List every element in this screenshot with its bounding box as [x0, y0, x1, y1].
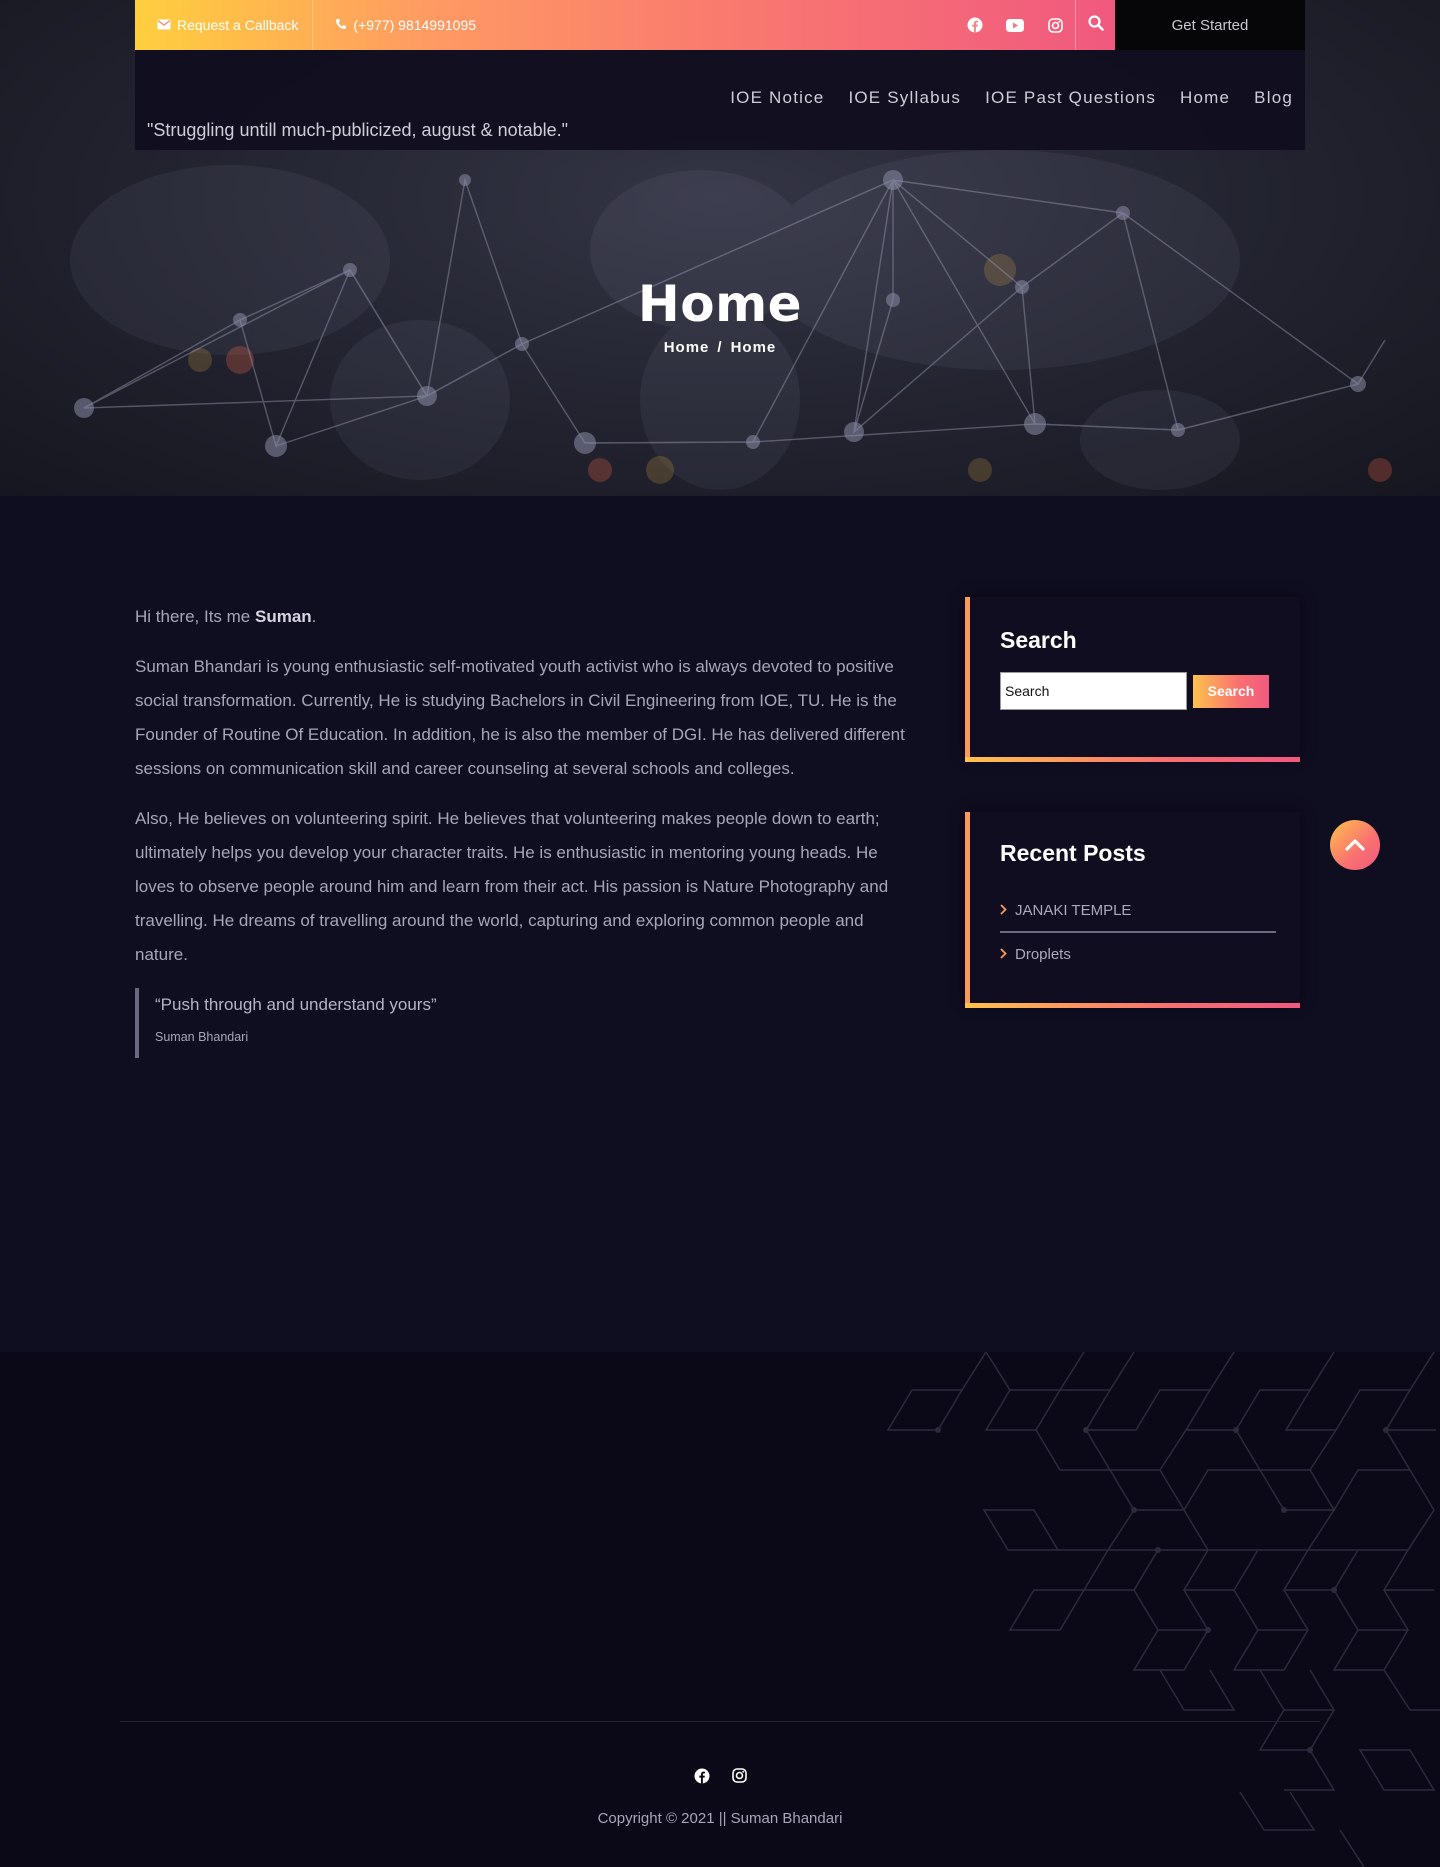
quote-text: “Push through and understand yours” [155, 995, 437, 1014]
get-started-button[interactable]: Get Started [1115, 0, 1305, 50]
phone-icon [335, 17, 347, 33]
footer-divider [120, 1721, 1320, 1722]
breadcrumb-separator: / [717, 339, 723, 356]
top-bar: Request a Callback (+977) 9814991095 Get… [135, 0, 1305, 50]
page-content: Hi there, Its me Suman. Suman Bhandari i… [135, 600, 905, 1058]
bio-paragraph-1: Suman Bhandari is young enthusiastic sel… [135, 657, 905, 778]
nav-item-blog[interactable]: Blog [1254, 88, 1293, 108]
envelope-icon [157, 17, 171, 33]
breadcrumb: Home / Home [0, 339, 1440, 356]
intro-suffix: . [311, 607, 317, 626]
nav-item-ioe-past-questions[interactable]: IOE Past Questions [985, 88, 1156, 108]
hexagon-pattern-background [886, 1352, 1440, 1867]
recent-post-link[interactable]: Droplets [1015, 946, 1071, 963]
copyright-text: Copyright © 2021 || Suman Bhandari [597, 1810, 843, 1827]
top-bar-gradient: Request a Callback (+977) 9814991095 [135, 0, 1115, 50]
recent-posts-list: JANAKI TEMPLE Droplets [1000, 889, 1276, 975]
main-menu: IOE Notice IOE Syllabus IOE Past Questio… [730, 88, 1293, 108]
phone-number: (+977) 9814991095 [353, 17, 477, 33]
search-widget: Search Search [965, 597, 1300, 762]
breadcrumb-home-link[interactable]: Home [664, 339, 710, 356]
blockquote: “Push through and understand yours” Suma… [135, 988, 905, 1058]
nav-item-ioe-notice[interactable]: IOE Notice [730, 88, 824, 108]
footer-social-links [0, 1768, 1440, 1788]
header-search-button[interactable] [1075, 0, 1115, 50]
chevron-up-icon [1345, 836, 1365, 855]
search-widget-title: Search [1000, 627, 1077, 653]
request-callback-label: Request a Callback [177, 17, 299, 33]
list-item[interactable]: Droplets [1000, 933, 1276, 975]
page-title: Home [637, 275, 803, 333]
facebook-icon[interactable] [694, 1768, 710, 1788]
back-to-top-button[interactable] [1330, 820, 1380, 870]
search-form: Search [1000, 672, 1276, 710]
search-input[interactable] [1000, 672, 1187, 710]
recent-posts-title: Recent Posts [1000, 840, 1146, 866]
phone-link[interactable]: (+977) 9814991095 [313, 0, 490, 50]
search-icon [1087, 15, 1104, 35]
instagram-icon[interactable] [1035, 0, 1075, 50]
breadcrumb-current: Home [730, 339, 777, 356]
page-header-banner: Request a Callback (+977) 9814991095 Get… [0, 0, 1440, 496]
instagram-icon[interactable] [731, 1768, 747, 1788]
quote-author: Suman Bhandari [155, 1030, 249, 1044]
main-navbar: IOE Notice IOE Syllabus IOE Past Questio… [135, 50, 1305, 150]
facebook-icon[interactable] [955, 0, 995, 50]
bio-paragraph-2: Also, He believes on volunteering spirit… [135, 809, 889, 964]
youtube-icon[interactable] [995, 0, 1035, 50]
search-submit-button[interactable]: Search [1193, 674, 1269, 708]
intro-prefix: Hi there, Its me [135, 607, 255, 626]
top-social-links [955, 0, 1115, 50]
chevron-right-icon [1000, 947, 1007, 962]
request-callback-link[interactable]: Request a Callback [135, 0, 314, 50]
intro-name: Suman [254, 607, 312, 626]
list-item[interactable]: JANAKI TEMPLE [1000, 889, 1276, 933]
recent-posts-widget: Recent Posts JANAKI TEMPLE Droplets [965, 812, 1300, 1008]
nav-item-ioe-syllabus[interactable]: IOE Syllabus [848, 88, 961, 108]
site-tagline: "Struggling untill much-publicized, augu… [147, 120, 569, 140]
site-footer: Copyright © 2021 || Suman Bhandari [0, 1352, 1440, 1867]
chevron-right-icon [1000, 903, 1007, 918]
recent-post-link[interactable]: JANAKI TEMPLE [1015, 902, 1131, 919]
nav-item-home[interactable]: Home [1180, 88, 1230, 108]
intro-paragraph: Hi there, Its me Suman. [135, 600, 905, 634]
